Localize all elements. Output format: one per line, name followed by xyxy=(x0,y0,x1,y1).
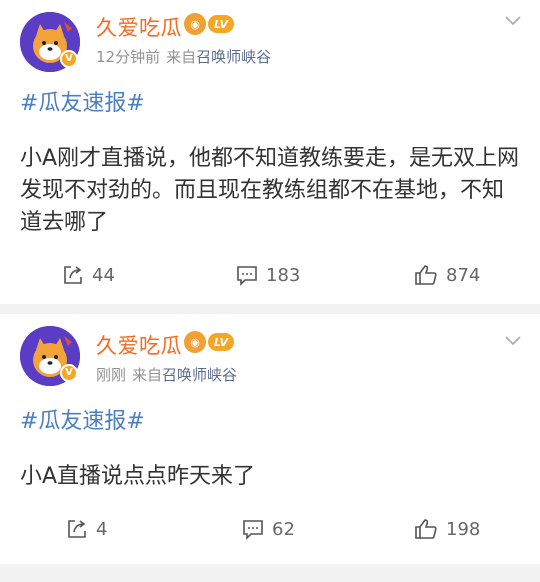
repost-button[interactable]: 44 xyxy=(62,264,115,286)
repost-button[interactable]: 4 xyxy=(66,518,107,540)
like-button[interactable]: 874 xyxy=(414,264,480,286)
username[interactable]: 久爱吃瓜 xyxy=(96,330,182,360)
comment-count: 62 xyxy=(272,518,295,540)
username[interactable]: 久爱吃瓜 xyxy=(96,12,182,42)
topic-tag[interactable]: #瓜友速报# xyxy=(20,403,145,435)
verified-icon: V xyxy=(60,364,78,382)
topic-tag[interactable]: #瓜友速报# xyxy=(20,85,145,117)
comment-icon xyxy=(243,520,263,540)
source-link[interactable]: 召唤师峡谷 xyxy=(196,48,271,66)
comment-count: 183 xyxy=(266,264,301,286)
action-bar: 4 62 198 xyxy=(0,518,540,548)
action-bar: 44 183 874 xyxy=(0,264,540,294)
post-time: 12分钟前 xyxy=(96,48,161,66)
repost-count: 44 xyxy=(92,264,115,286)
post-card: V 久爱吃瓜 ◉ LV 12分钟前 来自召唤师峡谷 #瓜友速报# 小A刚才直播说，… xyxy=(0,0,540,304)
comment-button[interactable]: 183 xyxy=(236,264,300,286)
post-card: V 久爱吃瓜 ◉ LV 刚刚 来自召唤师峡谷 #瓜友速报# 小A直播说点点昨天来了… xyxy=(0,314,540,564)
source-prefix: 来自 xyxy=(166,48,197,66)
chevron-down-icon[interactable] xyxy=(504,332,522,350)
repost-icon xyxy=(64,266,82,284)
like-button[interactable]: 198 xyxy=(414,518,480,540)
user-badges: ◉ LV xyxy=(184,13,235,35)
post-body: 小A直播说点点昨天来了 xyxy=(20,464,256,489)
repost-count: 4 xyxy=(96,518,108,540)
repost-icon xyxy=(68,520,86,538)
user-badges: ◉ LV xyxy=(184,331,235,353)
level-badge: LV xyxy=(208,333,235,351)
source-link[interactable]: 召唤师峡谷 xyxy=(162,366,237,384)
post-meta: 刚刚 来自召唤师峡谷 xyxy=(96,364,237,385)
post-time: 刚刚 xyxy=(96,366,127,384)
fan-medal-icon: ◉ xyxy=(184,331,206,353)
chevron-down-icon[interactable] xyxy=(504,12,522,30)
comment-button[interactable]: 62 xyxy=(242,518,295,540)
verified-icon: V xyxy=(60,50,78,68)
like-icon xyxy=(415,265,437,285)
level-badge: LV xyxy=(208,15,235,33)
like-icon xyxy=(415,519,437,539)
post-meta: 12分钟前 来自召唤师峡谷 xyxy=(96,46,271,67)
post-body: 小A刚才直播说，他都不知道教练要走，是无双上网发现不对劲的。而且现在教练组都不在… xyxy=(20,146,520,235)
like-count: 198 xyxy=(446,518,481,540)
weibo-feed: V 久爱吃瓜 ◉ LV 12分钟前 来自召唤师峡谷 #瓜友速报# 小A刚才直播说，… xyxy=(0,0,540,582)
like-count: 874 xyxy=(446,264,481,286)
source-prefix: 来自 xyxy=(132,366,163,384)
fan-medal-icon: ◉ xyxy=(184,13,206,35)
comment-icon xyxy=(237,266,257,286)
